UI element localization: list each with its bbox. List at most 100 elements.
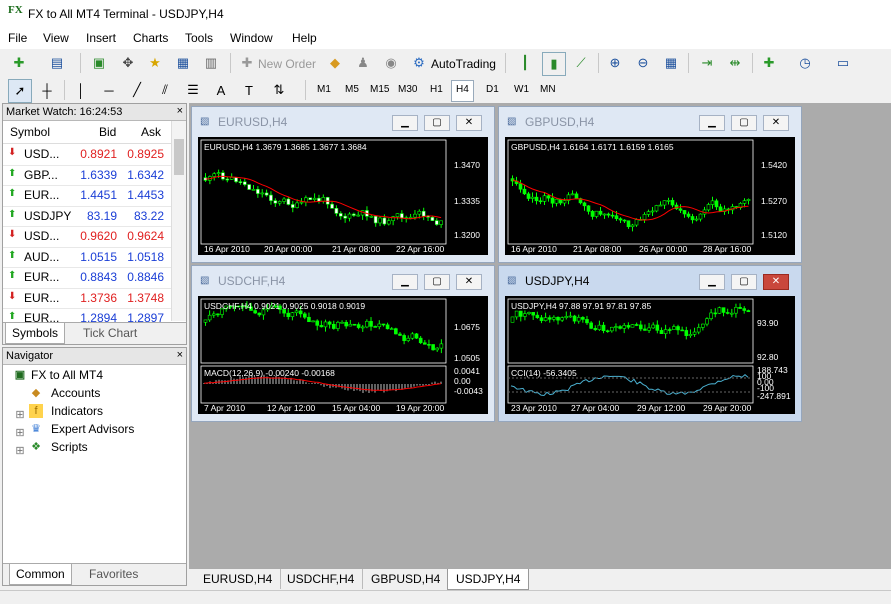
market-watch-row[interactable]: ⬇ USD... 0.9620 0.9624 [3,226,171,248]
nav-expert-advisors[interactable]: Expert Advisors [51,422,134,436]
terminal-icon[interactable]: ▦ [172,52,194,74]
chart-tab-eurusd[interactable]: EURUSD,H4 [195,569,282,589]
timeframe-h1[interactable]: H1 [426,80,447,100]
maximize-button[interactable]: ▢ [731,274,757,290]
chart-window-eurusd[interactable]: ▧ EURUSD,H4 ▁ ▢ ✕ EURUSD,H4 1.3679 1.368… [191,106,495,263]
arrows-icon[interactable]: ⇅ [268,79,290,101]
price-chart[interactable]: USDJPY,H4 97.88 97.91 97.81 97.85 93.90 … [505,296,795,414]
ask-column-header[interactable]: Ask [141,125,161,139]
nav-indicators[interactable]: Indicators [51,404,103,418]
chart-tab-gbpusd[interactable]: GBPUSD,H4 [363,569,450,589]
scrollbar-thumb[interactable] [174,139,184,175]
close-button[interactable]: ✕ [763,274,789,290]
price-chart[interactable]: USDCHF,H4 0.9021 0.9025 0.9018 0.9019 1.… [198,296,488,414]
market-watch-row[interactable]: ⬆ EUR... 1.4451 1.4453 [3,185,171,207]
menu-view[interactable]: View [43,31,69,45]
market-watch-scrollbar[interactable] [171,121,186,321]
auto-scroll-icon[interactable]: ⇥ [696,52,718,74]
menu-help[interactable]: Help [292,31,317,45]
close-button[interactable]: ✕ [763,115,789,131]
new-order-button[interactable]: New Order [258,57,316,71]
maximize-button[interactable]: ▢ [424,115,450,131]
timeframe-m5[interactable]: M5 [341,80,363,100]
expand-icon[interactable]: ⊞ [13,408,27,422]
minimize-button[interactable]: ▁ [699,274,725,290]
new-order-icon[interactable]: ✚ [236,52,258,74]
indicators-icon[interactable]: ✚ [758,52,780,74]
maximize-button[interactable]: ▢ [424,274,450,290]
tab-symbols[interactable]: Symbols [5,323,66,344]
zoom-out-icon[interactable]: ⊖ [632,52,654,74]
text-label-icon[interactable]: T [238,79,260,101]
cursor-icon[interactable]: ➚ [8,79,32,103]
menu-file[interactable]: File [8,31,27,45]
timeframe-w1[interactable]: W1 [510,80,533,100]
menu-tools[interactable]: Tools [185,31,213,45]
menu-window[interactable]: Window [230,31,273,45]
menu-insert[interactable]: Insert [86,31,116,45]
crosshair-icon[interactable]: ┼ [36,79,58,101]
nav-scripts[interactable]: Scripts [51,440,88,454]
market-watch-row[interactable]: ⬆ EUR... 0.8843 0.8846 [3,267,171,289]
chart-window-usdjpy[interactable]: ▧ USDJPY,H4 ▁ ▢ ✕ USDJPY,H4 97.88 97.91 … [498,265,802,422]
price-chart[interactable]: GBPUSD,H4 1.6164 1.6171 1.6159 1.6165 1.… [505,137,795,255]
profiles-icon[interactable]: ▤ [46,52,68,74]
chart-tab-usdchf[interactable]: USDCHF,H4 [279,569,364,589]
expand-icon[interactable]: ⊞ [13,444,27,458]
chart-window-gbpusd[interactable]: ▧ GBPUSD,H4 ▁ ▢ ✕ GBPUSD,H4 1.6164 1.617… [498,106,802,263]
timeframe-m30[interactable]: M30 [394,80,421,100]
strategy-tester-icon[interactable]: ▥ [200,52,222,74]
zoom-in-icon[interactable]: ⊕ [604,52,626,74]
trendline-icon[interactable]: ╱ [126,79,148,101]
tab-favorites[interactable]: Favorites [83,564,144,584]
vertical-line-icon[interactable]: │ [70,79,92,101]
timeframe-h4[interactable]: H4 [451,80,474,102]
timeframe-d1[interactable]: D1 [482,80,503,100]
chart-tab-usdjpy[interactable]: USDJPY,H4 [447,569,530,590]
minimize-button[interactable]: ▁ [392,274,418,290]
minimize-button[interactable]: ▁ [392,115,418,131]
tab-tick-chart[interactable]: Tick Chart [77,323,143,343]
nav-root[interactable]: FX to All MT4 [31,368,103,382]
close-button[interactable]: ✕ [456,115,482,131]
timeframe-m1[interactable]: M1 [313,80,335,100]
close-icon[interactable]: × [177,349,183,361]
navigator-icon[interactable]: ★ [144,52,166,74]
autotrading-button[interactable]: AutoTrading [431,57,496,71]
menu-charts[interactable]: Charts [133,31,168,45]
signals-icon[interactable]: ♟ [352,52,374,74]
broadcast-icon[interactable]: ◉ [380,52,402,74]
nav-accounts[interactable]: Accounts [51,386,100,400]
close-button[interactable]: ✕ [456,274,482,290]
tile-windows-icon[interactable]: ▦ [660,52,682,74]
candlestick-icon[interactable]: ▮ [542,52,566,76]
market-watch-icon[interactable]: ▣ [88,52,110,74]
chart-window-usdchf[interactable]: ▧ USDCHF,H4 ▁ ▢ ✕ USDCHF,H4 0.9021 0.902… [191,265,495,422]
market-watch-row[interactable]: ⬆ AUD... 1.0515 1.0518 [3,247,171,268]
minimize-button[interactable]: ▁ [699,115,725,131]
data-window-icon[interactable]: ✥ [117,52,139,74]
metaeditor-icon[interactable]: ◆ [324,52,346,74]
fibonacci-icon[interactable]: ☰ [182,79,204,101]
price-chart[interactable]: EURUSD,H4 1.3679 1.3685 1.3677 1.3684 1.… [198,137,488,255]
symbol-column-header[interactable]: Symbol [10,125,50,139]
timeframe-mn[interactable]: MN [536,80,560,100]
market-watch-row[interactable]: ⬇ USD... 0.8921 0.8925 [3,144,171,166]
timeframe-m15[interactable]: M15 [366,80,393,100]
line-chart-icon[interactable]: ⟋ [570,52,592,74]
new-chart-icon[interactable]: ✚ [8,52,30,74]
bar-chart-icon[interactable]: ┃ [514,52,536,74]
market-watch-row[interactable]: ⬆ USDJPY 83.19 83.22 [3,206,171,227]
chart-shift-icon[interactable]: ⇹ [724,52,746,74]
text-icon[interactable]: A [210,79,232,101]
market-watch-row[interactable]: ⬇ EUR... 1.3736 1.3748 [3,288,171,309]
bid-column-header[interactable]: Bid [99,125,116,139]
horizontal-line-icon[interactable]: ─ [98,79,120,101]
tab-common[interactable]: Common [9,564,72,585]
expand-icon[interactable]: ⊞ [13,426,27,440]
close-icon[interactable]: × [177,105,183,117]
channel-icon[interactable]: ⫽ [154,79,176,101]
maximize-button[interactable]: ▢ [731,115,757,131]
autotrading-icon[interactable]: ⚙ [408,52,430,74]
periods-icon[interactable]: ◷ [794,52,816,74]
